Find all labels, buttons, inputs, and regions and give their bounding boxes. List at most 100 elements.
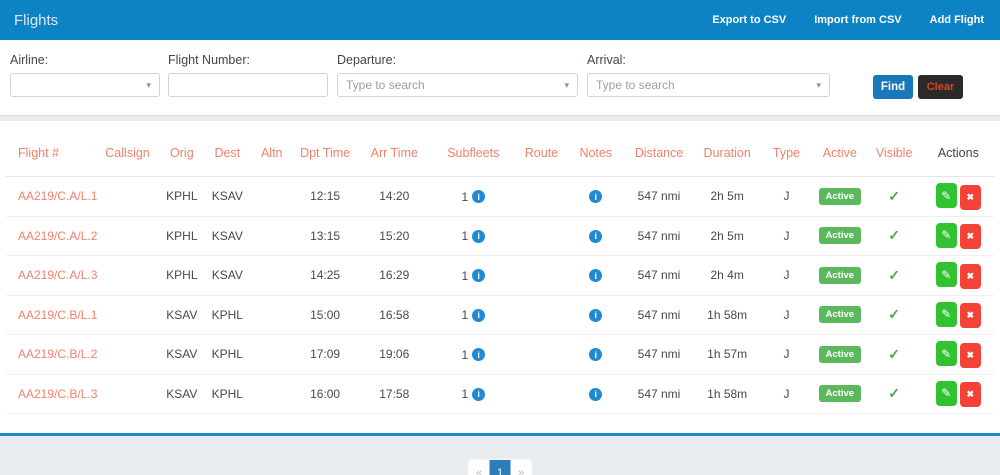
x-icon: ✖: [967, 271, 975, 282]
delete-flight-button[interactable]: ✖: [960, 224, 981, 249]
departure-select[interactable]: Type to search ▾: [337, 73, 578, 97]
col-header-type[interactable]: Type: [759, 146, 814, 160]
type-cell: J: [759, 387, 814, 401]
info-icon[interactable]: i: [589, 269, 602, 282]
clear-button[interactable]: Clear: [918, 75, 963, 99]
table-row: AA219/C.B/L.3 KSAV KPHL 16:00 17:58 1i i…: [6, 375, 994, 415]
subfleets-cell: 1i: [433, 268, 514, 283]
import-csv-button[interactable]: Import from CSV: [814, 14, 901, 26]
pagination: « 1 »: [469, 460, 532, 475]
col-header-subfleets[interactable]: Subfleets: [433, 146, 514, 160]
pencil-icon: ✎: [941, 189, 951, 203]
add-flight-button[interactable]: Add Flight: [930, 14, 984, 26]
info-icon[interactable]: i: [589, 190, 602, 203]
visible-cell: ✓: [865, 227, 922, 244]
edit-flight-button[interactable]: ✎: [936, 223, 957, 248]
pagination-prev[interactable]: «: [469, 460, 490, 475]
airline-select[interactable]: ▾: [10, 73, 160, 97]
delete-flight-button[interactable]: ✖: [960, 382, 981, 407]
flight-number-link[interactable]: AA219/C.B/L.3: [18, 387, 97, 401]
arr-time-cell: 19:06: [356, 347, 433, 361]
export-csv-button[interactable]: Export to CSV: [712, 14, 786, 26]
delete-flight-button[interactable]: ✖: [960, 303, 981, 328]
info-icon[interactable]: i: [589, 230, 602, 243]
distance-cell: 547 nmi: [622, 347, 695, 361]
dest-cell: KSAV: [206, 189, 249, 203]
col-header-route[interactable]: Route: [514, 146, 569, 160]
info-icon[interactable]: i: [589, 309, 602, 322]
arrival-filter-group: Arrival: Type to search ▾: [587, 40, 830, 97]
col-header-dest[interactable]: Dest: [206, 146, 249, 160]
col-header-visible[interactable]: Visible: [865, 146, 922, 160]
delete-flight-button[interactable]: ✖: [960, 343, 981, 368]
chevron-down-icon: ▾: [816, 81, 821, 90]
pencil-icon: ✎: [941, 228, 951, 242]
col-header-altn[interactable]: Altn: [249, 146, 294, 160]
col-header-notes[interactable]: Notes: [569, 146, 622, 160]
info-icon[interactable]: i: [589, 348, 602, 361]
notes-cell: i: [569, 308, 622, 322]
dest-cell: KSAV: [206, 268, 249, 282]
col-header-distance[interactable]: Distance: [622, 146, 695, 160]
arrival-select[interactable]: Type to search ▾: [587, 73, 830, 97]
active-cell: Active: [814, 267, 865, 284]
flight-number-link[interactable]: AA219/C.A/L.2: [18, 229, 97, 243]
status-badge: Active: [819, 188, 862, 205]
visible-cell: ✓: [865, 267, 922, 284]
info-icon[interactable]: i: [472, 309, 485, 322]
pagination-page-1[interactable]: 1: [490, 460, 511, 475]
pagination-next[interactable]: »: [511, 460, 532, 475]
info-icon[interactable]: i: [472, 230, 485, 243]
edit-flight-button[interactable]: ✎: [936, 341, 957, 366]
info-icon[interactable]: i: [472, 190, 485, 203]
check-icon: ✓: [888, 306, 900, 322]
departure-filter-group: Departure: Type to search ▾: [337, 40, 578, 97]
type-cell: J: [759, 347, 814, 361]
page-title: Flights: [14, 12, 58, 29]
status-badge: Active: [819, 385, 862, 402]
dpt-time-cell: 15:00: [294, 308, 355, 322]
delete-flight-button[interactable]: ✖: [960, 185, 981, 210]
col-header-flight[interactable]: Flight #: [6, 146, 97, 160]
x-icon: ✖: [967, 231, 975, 242]
table-header-row: Flight # Callsign Orig Dest Altn Dpt Tim…: [6, 129, 994, 177]
edit-flight-button[interactable]: ✎: [936, 302, 957, 327]
col-header-dpt-time[interactable]: Dpt Time: [294, 146, 355, 160]
type-cell: J: [759, 268, 814, 282]
info-icon[interactable]: i: [472, 269, 485, 282]
actions-cell: ✎✖: [923, 302, 994, 329]
topbar-actions: Export to CSV Import from CSV Add Flight: [712, 14, 984, 26]
check-icon: ✓: [888, 346, 900, 362]
col-header-duration[interactable]: Duration: [696, 146, 759, 160]
flight-number-link[interactable]: AA219/C.B/L.2: [18, 347, 97, 361]
flight-number-label: Flight Number:: [168, 53, 328, 67]
col-header-active[interactable]: Active: [814, 146, 865, 160]
filter-buttons: Find Clear: [873, 75, 963, 99]
notes-cell: i: [569, 387, 622, 401]
notes-cell: i: [569, 229, 622, 243]
dest-cell: KSAV: [206, 229, 249, 243]
info-icon[interactable]: i: [472, 388, 485, 401]
active-cell: Active: [814, 188, 865, 205]
distance-cell: 547 nmi: [622, 189, 695, 203]
flight-number-link[interactable]: AA219/C.A/L.1: [18, 189, 97, 203]
actions-cell: ✎✖: [923, 262, 994, 289]
info-icon[interactable]: i: [472, 348, 485, 361]
flights-table: Flight # Callsign Orig Dest Altn Dpt Tim…: [0, 121, 1000, 433]
flight-number-link[interactable]: AA219/C.B/L.1: [18, 308, 97, 322]
delete-flight-button[interactable]: ✖: [960, 264, 981, 289]
dpt-time-cell: 13:15: [294, 229, 355, 243]
find-button[interactable]: Find: [873, 75, 913, 99]
col-header-orig[interactable]: Orig: [158, 146, 205, 160]
check-icon: ✓: [888, 267, 900, 283]
edit-flight-button[interactable]: ✎: [936, 183, 957, 208]
col-header-callsign[interactable]: Callsign: [97, 146, 158, 160]
flight-number-link[interactable]: AA219/C.A/L.3: [18, 268, 97, 282]
info-icon[interactable]: i: [589, 388, 602, 401]
edit-flight-button[interactable]: ✎: [936, 381, 957, 406]
distance-cell: 547 nmi: [622, 268, 695, 282]
duration-cell: 2h 5m: [696, 229, 759, 243]
edit-flight-button[interactable]: ✎: [936, 262, 957, 287]
flight-number-input[interactable]: [168, 73, 328, 97]
col-header-arr-time[interactable]: Arr Time: [356, 146, 433, 160]
